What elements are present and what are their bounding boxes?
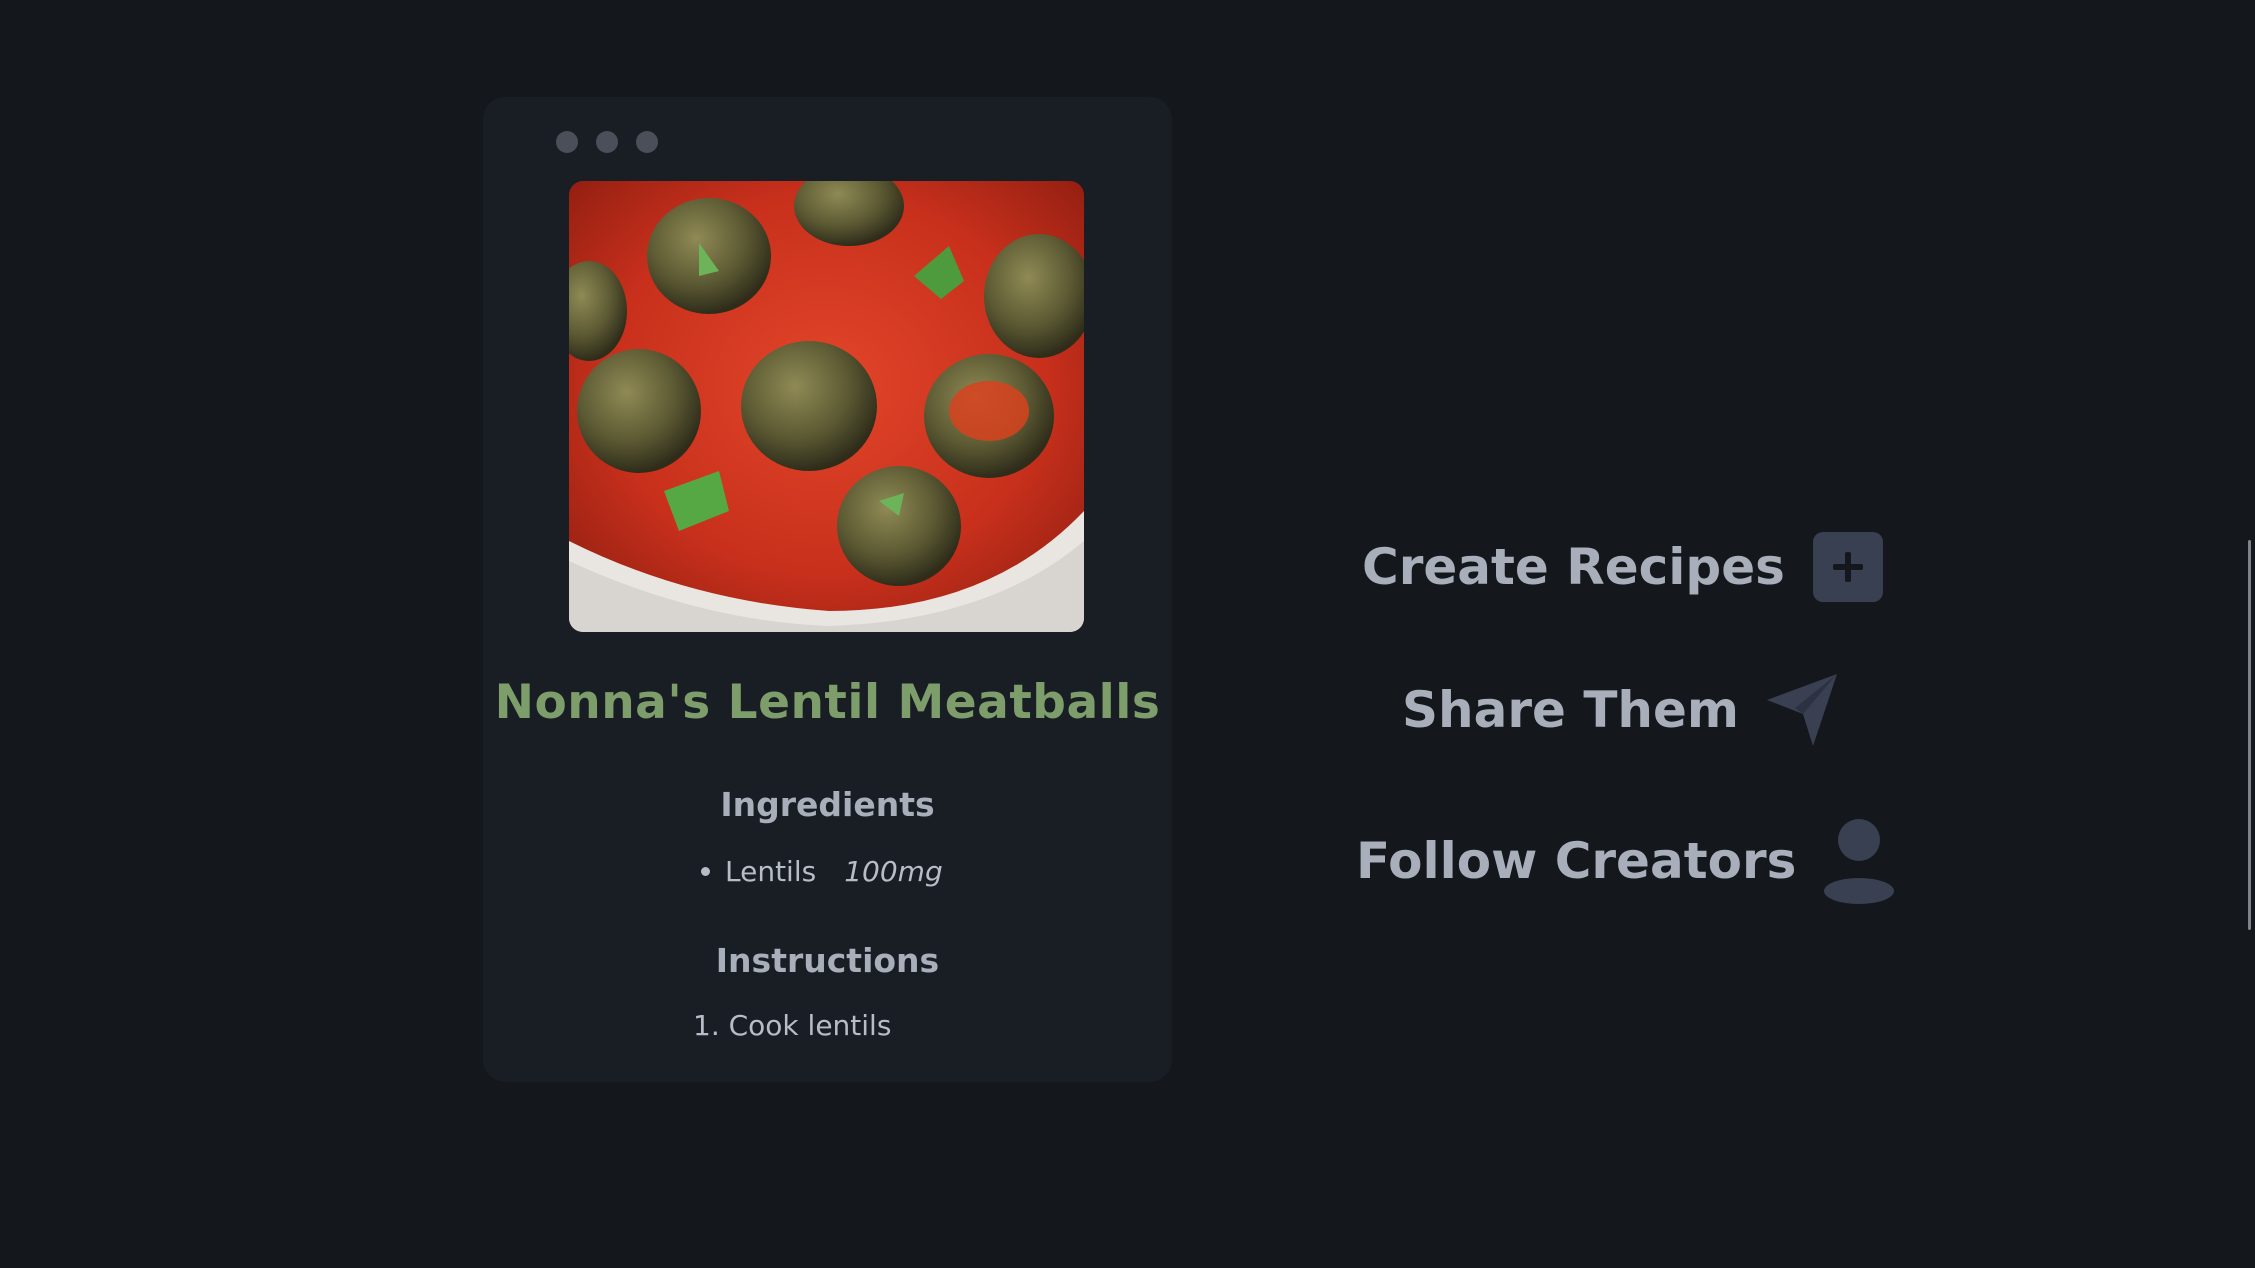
recipe-card: Nonna's Lentil Meatballs Ingredients Len… [483, 97, 1172, 1082]
ingredients-heading: Ingredients [720, 785, 935, 824]
recipe-title: Nonna's Lentil Meatballs [494, 675, 1161, 730]
bullet-icon [701, 867, 710, 876]
scrollbar[interactable] [2248, 540, 2251, 930]
user-icon [1822, 818, 1896, 904]
instruction-item: 1. Cook lentils [693, 1009, 892, 1042]
plus-icon [1812, 532, 1883, 602]
window-dot [636, 131, 658, 153]
ingredient-quantity: 100mg [844, 855, 943, 888]
ingredient-item: Lentils 100mg [701, 855, 943, 888]
recipe-photo [569, 181, 1084, 632]
feature-label: Create Recipes [1362, 538, 1785, 596]
window-dot [596, 131, 618, 153]
feature-label: Share Them [1402, 681, 1740, 739]
page: Nonna's Lentil Meatballs Ingredients Len… [0, 0, 2255, 1268]
ingredient-name: Lentils [725, 855, 817, 888]
feature-share-them: Share Them [1402, 672, 1839, 748]
paper-plane-icon [1765, 672, 1839, 748]
instructions-heading: Instructions [715, 941, 940, 980]
window-dots [556, 131, 658, 153]
feature-create-recipes: Create Recipes [1362, 532, 1883, 602]
feature-follow-creators: Follow Creators [1356, 818, 1896, 904]
window-dot [556, 131, 578, 153]
feature-label: Follow Creators [1356, 832, 1797, 890]
